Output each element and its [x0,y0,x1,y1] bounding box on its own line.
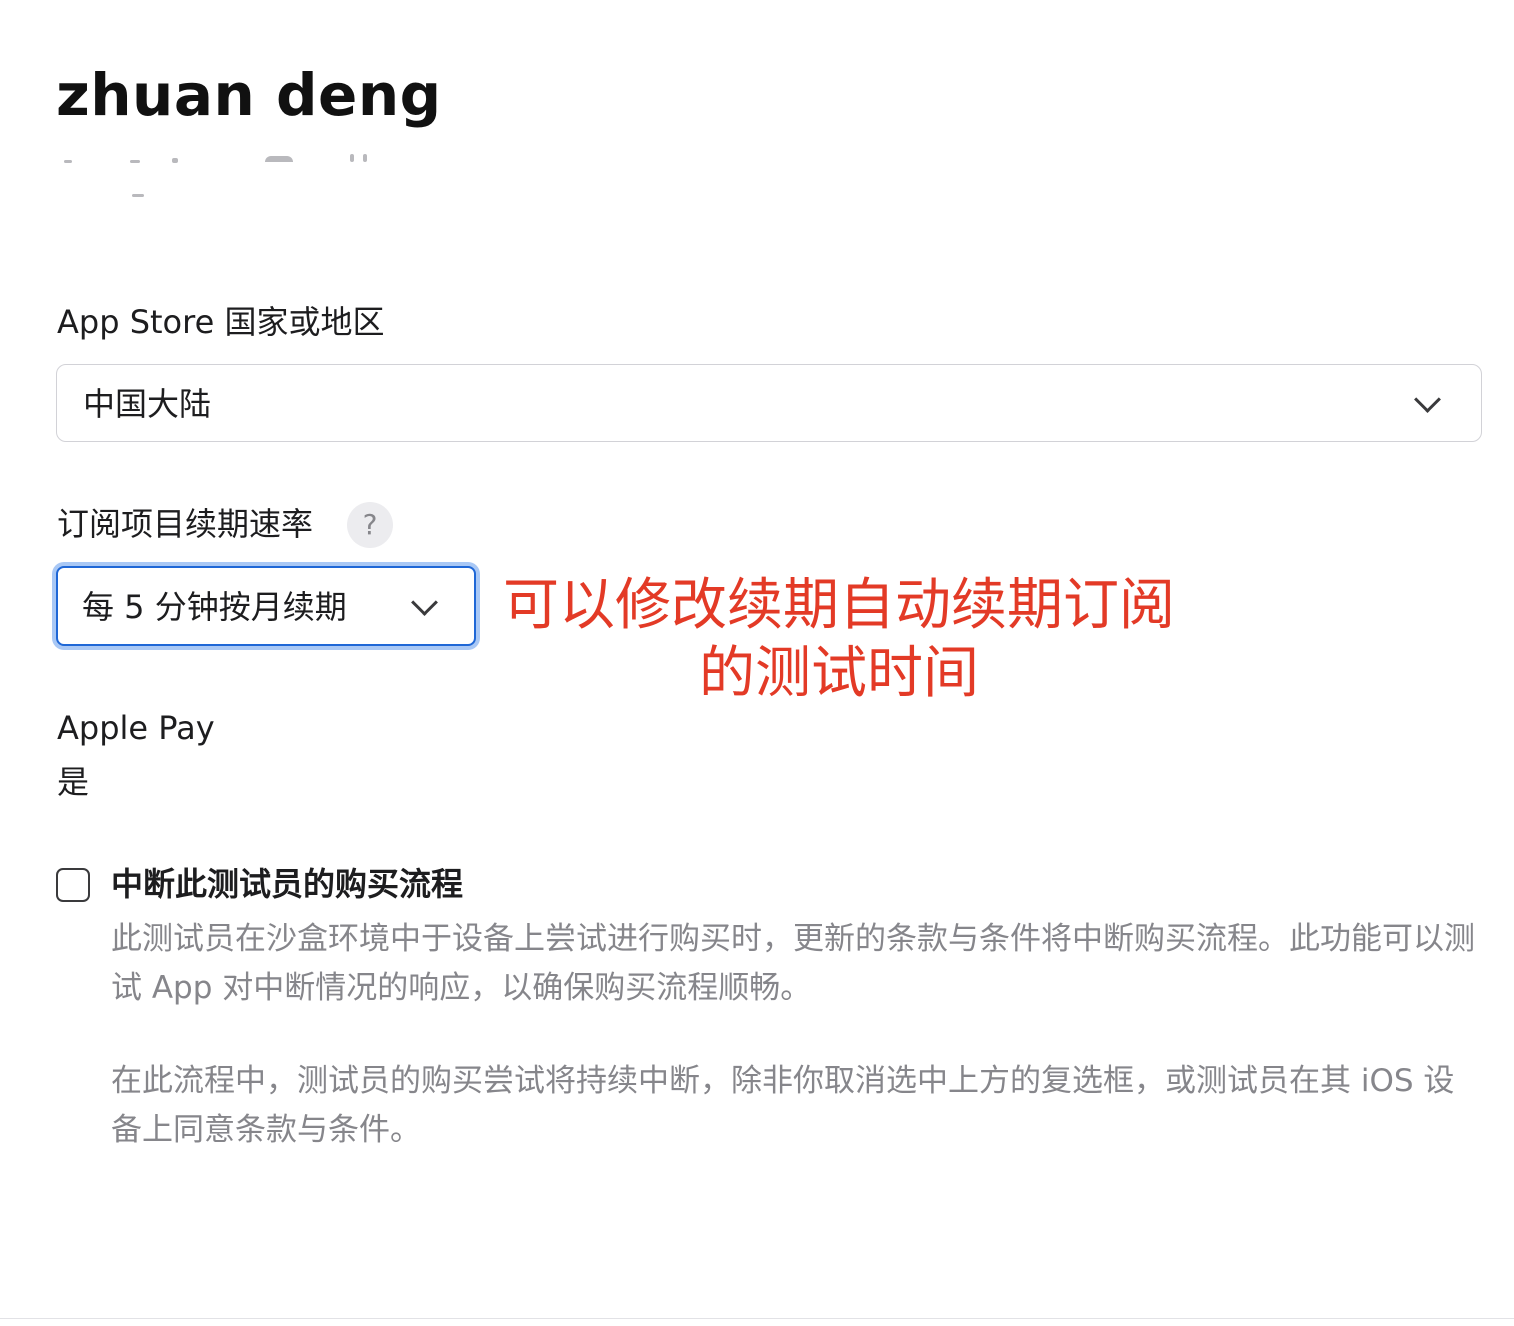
app-store-region-value: 中国大陆 [83,385,212,423]
user-name: zhuan deng [56,61,442,129]
interrupt-purchase-description: 此测试员在沙盒环境中于设备上尝试进行购买时，更新的条款与条件将中断购买流程。此功… [111,921,1475,1006]
apple-pay-value: 是 [57,763,90,801]
renewal-rate-label: 订阅项目续期速率 [57,505,314,543]
tester-settings-page: zhuan deng App Store 国家或地区 中国大陆 订阅项目续期速率… [0,0,1514,1326]
red-annotation: 可以修改续期自动续期订阅 的测试时间 [494,572,1184,708]
interrupt-purchase-checkbox[interactable] [56,868,90,902]
chevron-down-icon [1414,386,1441,413]
annotation-line-1: 可以修改续期自动续期订阅 [503,573,1175,638]
interrupt-purchase-description-2: 在此流程中，测试员的购买尝试将持续中断，除非你取消选中上方的复选框，或测试员在其… [111,1063,1455,1148]
app-store-region-label: App Store 国家或地区 [57,303,385,341]
app-store-region-select[interactable]: 中国大陆 [56,364,1482,442]
divider [0,1318,1514,1319]
renewal-rate-value: 每 5 分钟按月续期 [82,588,347,626]
interrupt-purchase-label[interactable]: 中断此测试员的购买流程 [111,864,463,904]
renewal-rate-select[interactable]: 每 5 分钟按月续期 [56,566,476,646]
apple-pay-label: Apple Pay [57,709,215,747]
help-icon[interactable]: ? [347,502,393,548]
annotation-line-2: 的测试时间 [699,641,979,706]
email-redacted [60,152,480,200]
chevron-down-icon [411,589,438,616]
